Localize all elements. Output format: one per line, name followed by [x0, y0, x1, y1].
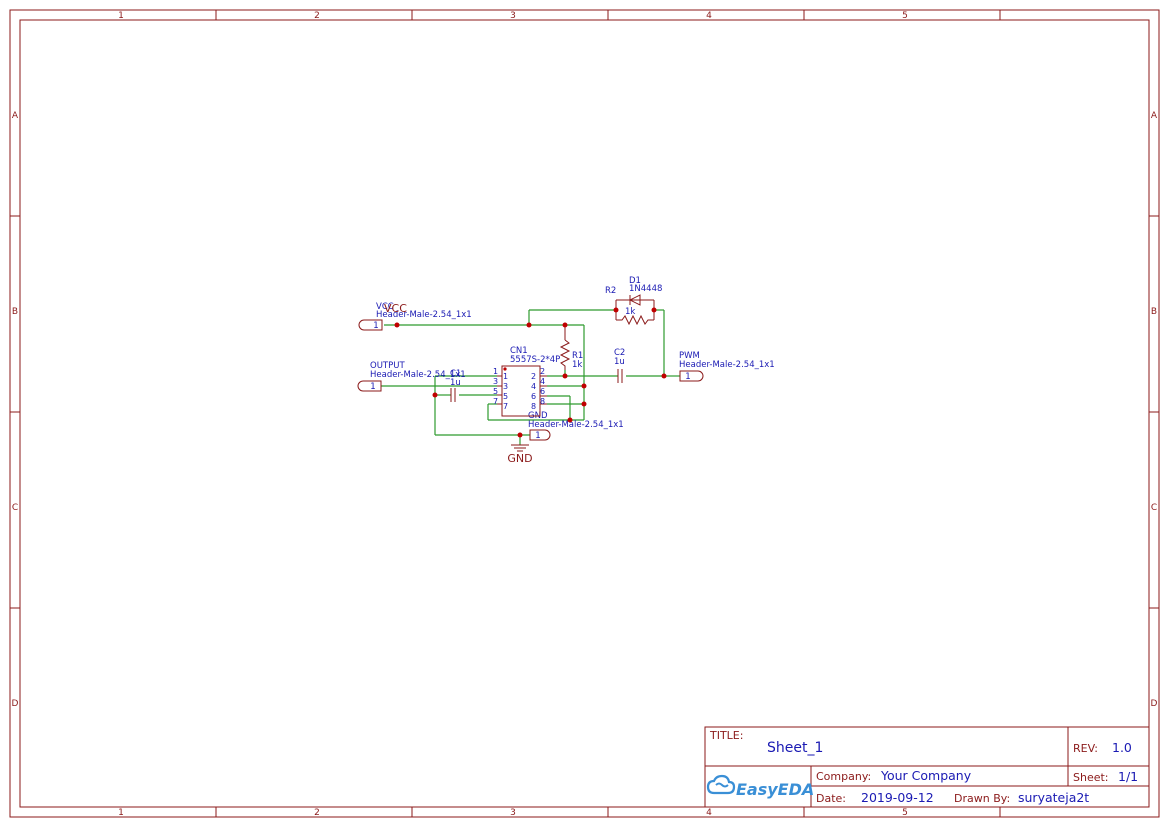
- gnd-header-pin: 1: [535, 431, 540, 441]
- gnd-header[interactable]: 1 GND Header-Male-2.54_1x1: [528, 411, 624, 441]
- rev-label: REV:: [1073, 742, 1098, 755]
- cn1-pin: 2: [531, 372, 536, 381]
- d1-value: 1N4448: [629, 284, 662, 294]
- row-label-right: A: [1151, 111, 1158, 121]
- gnd-power-label: GND: [507, 452, 532, 465]
- cn1-pin: 3: [493, 377, 498, 386]
- row-label-right: C: [1151, 503, 1157, 513]
- cn1-pin: 1: [493, 367, 498, 376]
- pwm-part-label: Header-Male-2.54_1x1: [679, 360, 775, 370]
- c2-capacitor[interactable]: C2 1u: [614, 348, 625, 383]
- cn1-pin: 6: [531, 392, 536, 401]
- vcc-header-pin: 1: [373, 321, 378, 331]
- schematic-sheet: 1 2 3 4 5 1 2 3 4 5 A B C D A B C D 1 VC…: [9, 9, 1160, 818]
- pwm-header[interactable]: 1 PWM Header-Male-2.54_1x1: [679, 351, 775, 382]
- cn1-pin: 8: [540, 397, 545, 406]
- cn1-connector[interactable]: CN1 5557S-2*4P 1 3 5 7 1 3 5 7 2 4 6 8 2…: [493, 346, 560, 417]
- r2-value: 1k: [625, 307, 635, 317]
- title-label: TITLE:: [709, 729, 743, 742]
- date-label: Date:: [816, 792, 846, 805]
- row-label-left: A: [12, 111, 19, 121]
- gnd-part-label: Header-Male-2.54_1x1: [528, 420, 624, 430]
- cn1-pin: 7: [493, 397, 498, 406]
- col-label-top: 2: [314, 11, 320, 21]
- cn1-pin: 6: [540, 387, 545, 396]
- pwm-header-pin: 1: [685, 372, 690, 382]
- cn1-pin: 5: [503, 392, 508, 401]
- output-header-pin: 1: [370, 382, 375, 392]
- col-label-bottom: 2: [314, 808, 320, 818]
- c1-value: 1u: [450, 378, 461, 388]
- cn1-pin: 3: [503, 382, 508, 391]
- c2-value: 1u: [614, 357, 625, 367]
- gnd-symbol: GND: [507, 444, 533, 465]
- col-label-bottom: 3: [510, 808, 516, 818]
- cn1-pin: 8: [531, 402, 536, 411]
- col-label-top: 1: [118, 11, 124, 21]
- row-label-right: D: [1151, 699, 1158, 709]
- date-value: 2019-09-12: [861, 790, 934, 805]
- cn1-pin: 7: [503, 402, 508, 411]
- row-label-left: D: [12, 699, 19, 709]
- drawn-by-value: suryateja2t: [1018, 790, 1089, 805]
- cn1-pin: 5: [493, 387, 498, 396]
- cn1-part: 5557S-2*4P: [510, 355, 560, 365]
- col-label-bottom: 1: [118, 808, 124, 818]
- company-label: Company:: [816, 770, 871, 783]
- cn1-pin: 4: [540, 377, 545, 386]
- company-value: Your Company: [880, 768, 972, 783]
- title-block: TITLE: Sheet_1 REV: 1.0 Company: Your Co…: [704, 726, 1150, 808]
- c1-capacitor[interactable]: C1 1u: [450, 369, 461, 402]
- col-label-top: 3: [510, 11, 516, 21]
- drawn-by-label: Drawn By:: [954, 792, 1010, 805]
- cn1-pin: 4: [531, 382, 536, 391]
- d1-diode[interactable]: D1 1N4448: [615, 276, 662, 320]
- r1-resistor[interactable]: R1 1k: [559, 325, 583, 370]
- row-label-left: B: [12, 307, 18, 317]
- column-labels: 1 2 3 4 5 1 2 3 4 5: [118, 11, 908, 818]
- sheet-label: Sheet:: [1073, 771, 1109, 784]
- r1-value: 1k: [572, 360, 582, 370]
- row-label-left: C: [12, 503, 18, 513]
- title-value: Sheet_1: [767, 740, 823, 756]
- logo-text: EasyEDA: [736, 780, 814, 799]
- cn1-pin: 1: [503, 372, 508, 381]
- rev-value: 1.0: [1112, 740, 1132, 755]
- vcc-power-label: VCC: [384, 302, 407, 315]
- sheet-value: 1/1: [1118, 769, 1138, 784]
- vcc-header[interactable]: 1 VCC Header-Male-2.54_1x1 VCC: [358, 302, 472, 331]
- row-labels: A B C D A B C D: [12, 111, 1158, 709]
- row-label-right: B: [1151, 307, 1157, 317]
- easyeda-logo: EasyEDA: [706, 774, 814, 799]
- col-label-bottom: 4: [706, 808, 712, 818]
- cloud-wave-icon: [715, 782, 729, 788]
- col-label-top: 5: [902, 11, 908, 21]
- col-label-top: 4: [706, 11, 712, 21]
- r2-ref: R2: [605, 286, 616, 296]
- cn1-pin: 2: [540, 367, 545, 376]
- col-label-bottom: 5: [902, 808, 908, 818]
